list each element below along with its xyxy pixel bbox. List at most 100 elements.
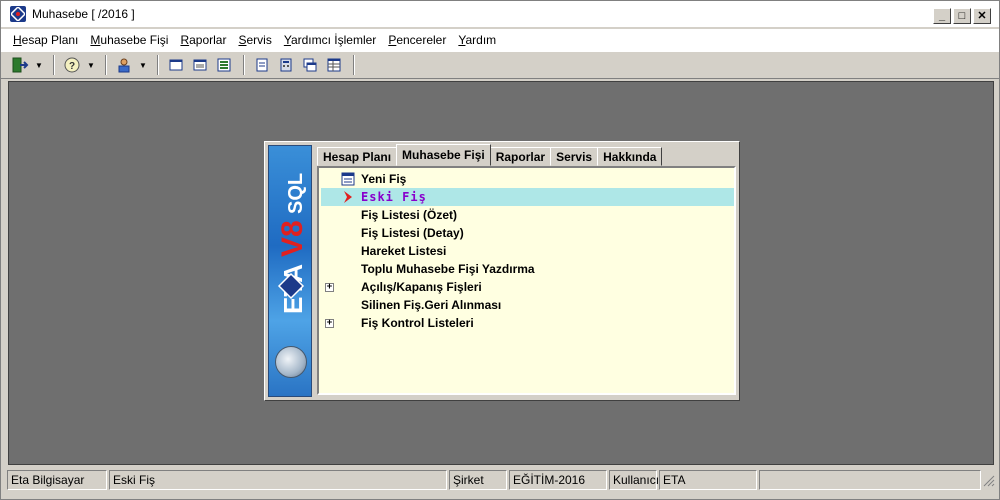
tree-item-spacer [339, 225, 357, 241]
toolbar: ▼ ? ▼ ▼ [1, 51, 999, 79]
eta-sql-banner: ETA V8 SQL [268, 145, 312, 397]
status-empty-panel [759, 470, 981, 490]
grid-button[interactable] [323, 54, 345, 76]
tree-item-fis-kontrol-listeleri[interactable]: + Fiş Kontrol Listeleri [321, 314, 734, 332]
app-window: Muhasebe [ /2016 ] _ □ ✕ Hesap Planı Muh… [0, 0, 1000, 500]
tree-item-fis-listesi-detay[interactable]: Fiş Listesi (Detay) [321, 224, 734, 242]
tab-hakkinda[interactable]: Hakkında [597, 147, 663, 166]
tree-item-label: Fiş Listesi (Detay) [361, 226, 464, 240]
title-bar[interactable]: Muhasebe [ /2016 ] _ □ ✕ [1, 1, 999, 27]
tree-item-yeni-fis[interactable]: Yeni Fiş [321, 170, 734, 188]
minimize-button[interactable]: _ [933, 8, 951, 24]
toolbar-separator [53, 55, 55, 75]
tree-item-toplu-muhasebe-fisi-yazdirma[interactable]: Toplu Muhasebe Fişi Yazdırma [321, 260, 734, 278]
toolbar-separator [353, 55, 355, 75]
cascade-window-icon [169, 59, 183, 71]
tree-item-label: Eski Fiş [361, 190, 427, 204]
status-kullanici-label: Kullanıcı [609, 470, 659, 490]
tree-item-fis-listesi-ozet[interactable]: Fiş Listesi (Özet) [321, 206, 734, 224]
help-icon: ? [64, 57, 80, 73]
menu-muhasebe-fisi[interactable]: Muhasebe Fişi [84, 33, 174, 47]
menu-label: ervis [246, 33, 272, 47]
tree-item-acilis-kapanis-fisleri[interactable]: + Açılış/Kapanış Fişleri [321, 278, 734, 296]
maximize-button[interactable]: □ [953, 8, 971, 24]
svg-text:V8: V8 [276, 220, 309, 257]
tab-hesap-plani[interactable]: Hesap Planı [317, 147, 398, 166]
resize-grip-icon[interactable] [981, 473, 995, 487]
tree-item-spacer [339, 261, 357, 277]
red-arrow-icon [339, 189, 357, 205]
app-logo-icon [10, 6, 26, 22]
menu-yardimci-islemler[interactable]: Yardımcı İşlemler [278, 33, 382, 47]
eta-v8-sql-logo-icon: ETA V8 SQL [276, 173, 309, 314]
tree-item-eski-fis[interactable]: Eski Fiş [321, 188, 734, 206]
window-title: Muhasebe [ /2016 ] [32, 7, 135, 21]
form-button[interactable] [251, 54, 273, 76]
tile-window-button[interactable] [189, 54, 211, 76]
tree-item-spacer [339, 207, 357, 223]
mdi-desktop: ETA V8 SQL Hesap Planı Muhasebe Fişi Rap… [8, 81, 994, 465]
exit-dropdown-button[interactable]: ▼ [33, 54, 45, 76]
exit-icon [12, 57, 29, 73]
user-button[interactable] [113, 54, 135, 76]
menu-servis[interactable]: Servis [232, 33, 277, 47]
status-sirket-label: Şirket [449, 470, 507, 490]
tree-item-label: Fiş Kontrol Listeleri [361, 316, 474, 330]
user-dropdown-button[interactable]: ▼ [137, 54, 149, 76]
expand-toggle[interactable]: + [325, 318, 334, 328]
toolbar-separator [157, 55, 159, 75]
tile-window-icon [193, 59, 207, 71]
form-icon [256, 58, 268, 72]
menu-hesap-plani[interactable]: Hesap Planı [7, 33, 84, 47]
window-stack-button[interactable] [299, 54, 321, 76]
menu-accelerator: M [90, 33, 101, 47]
menu-accelerator: H [13, 33, 22, 47]
menu-accelerator: Y [283, 33, 291, 47]
close-button[interactable]: ✕ [973, 8, 991, 24]
tree-item-label: Hareket Listesi [361, 244, 447, 258]
menu-bar: Hesap Planı Muhasebe Fişi Raporlar Servi… [1, 29, 999, 51]
menu-tree: Yeni Fiş Eski Fiş Fiş Listesi (Özet) Fiş… [317, 166, 736, 395]
user-icon [118, 58, 130, 73]
tree-item-silinen-fis-geri-alinmasi[interactable]: Silinen Fiş.Geri Alınması [321, 296, 734, 314]
help-button[interactable]: ? [61, 54, 83, 76]
status-sirket-value: EĞİTİM-2016 [509, 470, 607, 490]
status-current-screen: Eski Fiş [109, 470, 447, 490]
tab-muhasebe-fisi[interactable]: Muhasebe Fişi [396, 144, 491, 166]
menu-pencereler[interactable]: Pencereler [382, 33, 452, 47]
svg-text:SQL: SQL [285, 173, 307, 214]
menu-yardim[interactable]: Yardım [452, 33, 502, 47]
calculator-icon [280, 58, 292, 72]
menu-raporlar[interactable]: Raporlar [174, 33, 232, 47]
tree-item-hareket-listesi[interactable]: Hareket Listesi [321, 242, 734, 260]
toolbar-separator [243, 55, 245, 75]
tree-item-label: Fiş Listesi (Özet) [361, 208, 458, 222]
menu-label: ardım [465, 33, 497, 47]
tab-raporlar[interactable]: Raporlar [489, 147, 552, 166]
exit-button[interactable] [9, 54, 31, 76]
menu-label: esap Planı [21, 33, 79, 47]
menu-accelerator: R [180, 33, 190, 47]
menu-label: ardımcı İşlemler [290, 33, 377, 47]
status-company: Eta Bilgisayar [7, 470, 107, 490]
window-stack-icon [303, 58, 317, 72]
expand-toggle[interactable]: + [325, 282, 334, 292]
cascade-window-button[interactable] [165, 54, 187, 76]
help-dropdown-button[interactable]: ▼ [85, 54, 97, 76]
module-panel: ETA V8 SQL Hesap Planı Muhasebe Fişi Rap… [264, 141, 740, 401]
calculator-button[interactable] [275, 54, 297, 76]
tree-item-label: Açılış/Kapanış Fişleri [361, 280, 482, 294]
menu-label: aporlar [189, 33, 227, 47]
arrange-button[interactable] [213, 54, 235, 76]
toolbar-separator [105, 55, 107, 75]
clock-icon [275, 346, 307, 378]
status-kullanici-value: ETA [659, 470, 757, 490]
tree-item-spacer [339, 243, 357, 259]
tree-item-label: Toplu Muhasebe Fişi Yazdırma [361, 262, 535, 276]
tab-servis[interactable]: Servis [550, 147, 599, 166]
tree-item-label: Yeni Fiş [361, 172, 407, 186]
menu-label: uhasebe Fişi [100, 33, 169, 47]
tree-item-label: Silinen Fiş.Geri Alınması [361, 298, 502, 312]
svg-text:?: ? [69, 61, 75, 72]
tree-item-spacer [339, 279, 357, 295]
